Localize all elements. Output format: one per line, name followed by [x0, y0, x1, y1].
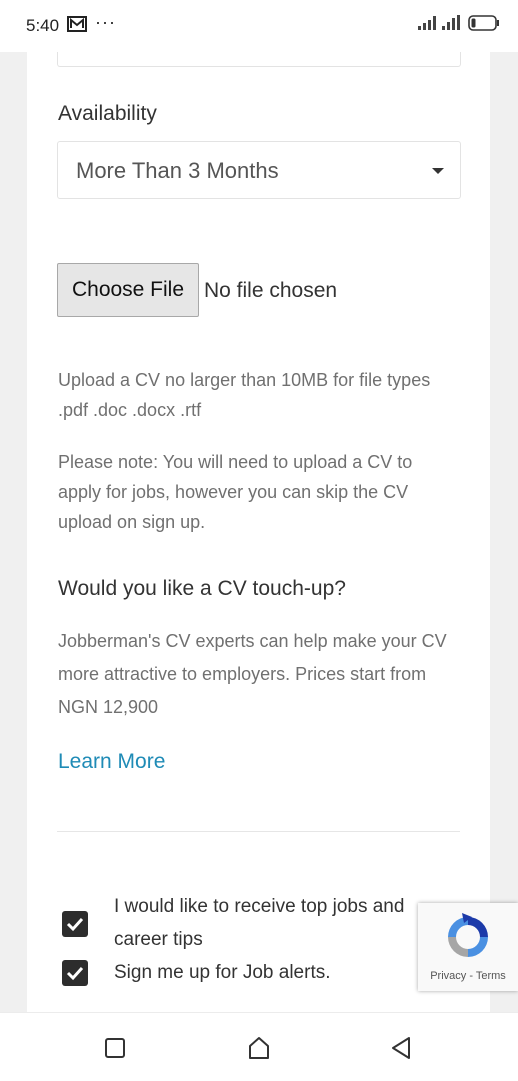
recent-apps-icon: [105, 1038, 125, 1058]
caret-down-icon: [432, 168, 444, 174]
touchup-description: Jobberman's CV experts can help make you…: [58, 631, 447, 717]
mail-icon: [67, 16, 87, 32]
upload-hint: Upload a CV no larger than 10MB for file…: [58, 370, 431, 420]
signup-form-card: Availability More Than 3 Months Choose F…: [27, 52, 490, 1012]
file-status-text: No file chosen: [204, 279, 338, 302]
status-bar: 5:40 ···: [0, 0, 518, 52]
divider: [57, 831, 460, 832]
home-icon: [249, 1037, 269, 1059]
checkmark-icon: [66, 966, 84, 981]
top-jobs-checkbox[interactable]: [62, 911, 88, 937]
checkmark-icon: [66, 917, 84, 932]
availability-selected-value: More Than 3 Months: [76, 158, 279, 183]
signal-icon: [418, 16, 436, 30]
home-button[interactable]: [244, 1033, 274, 1063]
job-alerts-label: Sign me up for Job alerts.: [114, 962, 331, 983]
navigation-bar: [0, 1012, 518, 1081]
touchup-heading: Would you like a CV touch-up?: [58, 577, 346, 600]
back-icon: [392, 1037, 410, 1059]
status-time: 5:40: [26, 16, 60, 35]
back-button[interactable]: [386, 1033, 416, 1063]
learn-more-link[interactable]: Learn More: [58, 750, 165, 774]
status-right-icons: [418, 15, 500, 31]
choose-file-button[interactable]: Choose File: [57, 263, 199, 317]
more-dots-icon: ···: [95, 12, 116, 32]
recaptcha-badge[interactable]: Privacy - Terms: [418, 903, 518, 991]
recaptcha-logo-icon: [448, 913, 488, 957]
battery-icon: [468, 15, 499, 31]
top-jobs-label: I would like to receive top jobs and car…: [114, 896, 405, 950]
availability-label: Availability: [58, 102, 157, 125]
recent-apps-button[interactable]: [100, 1033, 130, 1063]
recaptcha-links[interactable]: Privacy - Terms: [418, 970, 518, 982]
signal-icon: [442, 15, 460, 30]
availability-select[interactable]: More Than 3 Months: [57, 141, 461, 199]
upload-note: Please note: You will need to upload a C…: [58, 452, 413, 532]
previous-field-bottom[interactable]: [57, 52, 461, 67]
job-alerts-checkbox[interactable]: [62, 960, 88, 986]
